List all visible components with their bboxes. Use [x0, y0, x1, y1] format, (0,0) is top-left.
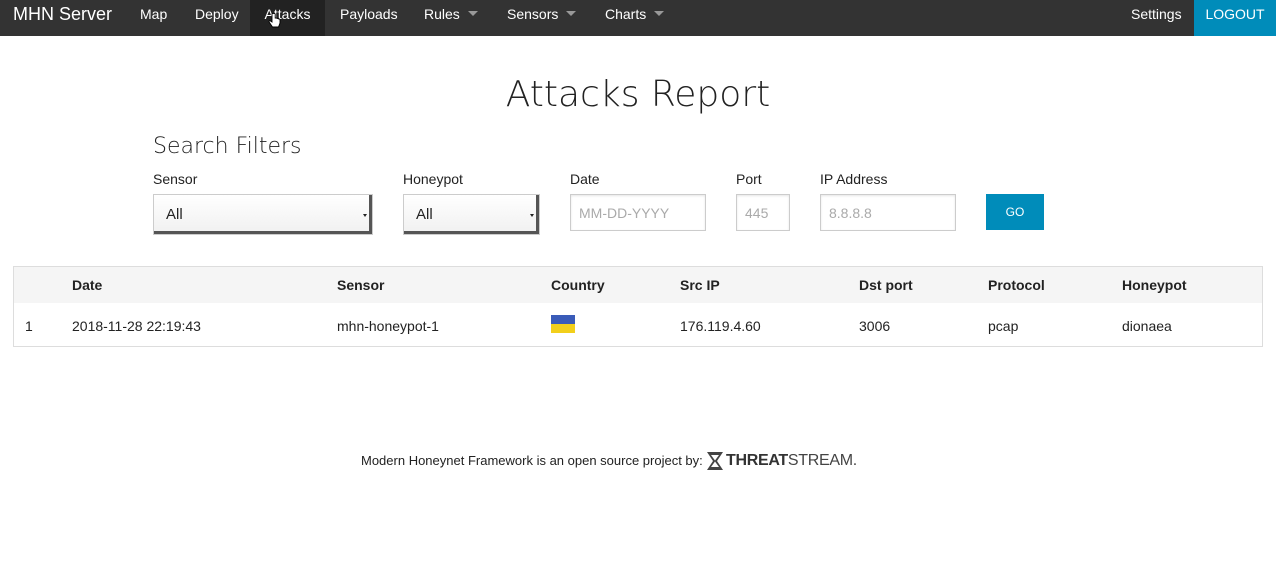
select-caret-icon — [363, 214, 367, 217]
chevron-down-icon — [654, 10, 665, 16]
port-filter-label: Port — [736, 171, 762, 187]
hand-cursor-icon — [268, 13, 281, 28]
search-filters-heading: Search Filters — [153, 134, 302, 159]
chevron-down-icon — [566, 10, 577, 16]
select-caret-icon — [530, 214, 534, 217]
column-header-honeypot[interactable]: Honeypot — [1122, 277, 1187, 293]
sensor-filter-label: Sensor — [153, 171, 198, 187]
port-input[interactable] — [736, 194, 790, 231]
honeypot-select-value: All — [416, 206, 433, 223]
top-navbar: MHN Server Map Deploy Attacks Payloads R… — [0, 0, 1276, 36]
row-sensor: mhn-honeypot-1 — [337, 318, 439, 334]
nav-item-attacks[interactable]: Attacks — [250, 0, 325, 36]
sensor-select[interactable]: All — [153, 194, 373, 235]
column-header-protocol[interactable]: Protocol — [988, 277, 1045, 293]
nav-item-sensors-label: Sensors — [507, 6, 559, 22]
brand-link[interactable]: MHN Server — [13, 5, 112, 23]
nav-item-sensors[interactable]: Sensors — [507, 0, 577, 36]
row-date: 2018-11-28 22:19:43 — [72, 318, 201, 334]
honeypot-select[interactable]: All — [403, 194, 540, 235]
nav-item-deploy[interactable]: Deploy — [195, 0, 239, 36]
nav-item-charts[interactable]: Charts — [605, 0, 665, 36]
column-header-src-ip[interactable]: Src IP — [680, 277, 720, 293]
column-header-country[interactable]: Country — [551, 277, 605, 293]
nav-item-rules-label: Rules — [424, 6, 460, 22]
logout-button[interactable]: LOGOUT — [1194, 0, 1276, 36]
row-dst-port: 3006 — [859, 318, 891, 334]
date-input[interactable] — [570, 194, 706, 231]
column-header-sensor[interactable]: Sensor — [337, 277, 384, 293]
row-src-ip[interactable]: 176.119.4.60 — [680, 318, 761, 334]
attacks-table: Date Sensor Country Src IP Dst port Prot… — [13, 266, 1263, 347]
nav-item-rules[interactable]: Rules — [424, 0, 478, 36]
nav-item-map[interactable]: Map — [140, 0, 167, 36]
footer-text: Modern Honeynet Framework is an open sou… — [361, 453, 703, 468]
sensor-select-value: All — [166, 206, 183, 223]
nav-item-settings[interactable]: Settings — [1131, 0, 1182, 36]
row-protocol: pcap — [988, 318, 1019, 334]
date-filter-label: Date — [570, 171, 600, 187]
column-header-dst-port[interactable]: Dst port — [859, 277, 913, 293]
threatstream-logo-text: THREATSTREAM. — [726, 451, 857, 471]
ukraine-flag-icon — [551, 315, 575, 333]
logo-text-stream: STREAM. — [787, 452, 857, 469]
nav-item-charts-label: Charts — [605, 6, 647, 22]
ip-address-input[interactable] — [820, 194, 956, 231]
row-index: 1 — [25, 318, 33, 334]
table-header: Date Sensor Country Src IP Dst port Prot… — [14, 267, 1262, 303]
ip-filter-label: IP Address — [820, 171, 888, 187]
page-title: Attacks Report — [505, 74, 771, 115]
go-button[interactable]: GO — [986, 194, 1044, 230]
chevron-down-icon — [467, 10, 478, 16]
logo-text-threat: THREAT — [726, 452, 788, 469]
threatstream-x-icon — [707, 452, 723, 470]
column-header-date[interactable]: Date — [72, 277, 102, 293]
row-honeypot: dionaea — [1122, 318, 1172, 334]
honeypot-filter-label: Honeypot — [403, 171, 463, 187]
nav-item-payloads[interactable]: Payloads — [340, 0, 398, 36]
